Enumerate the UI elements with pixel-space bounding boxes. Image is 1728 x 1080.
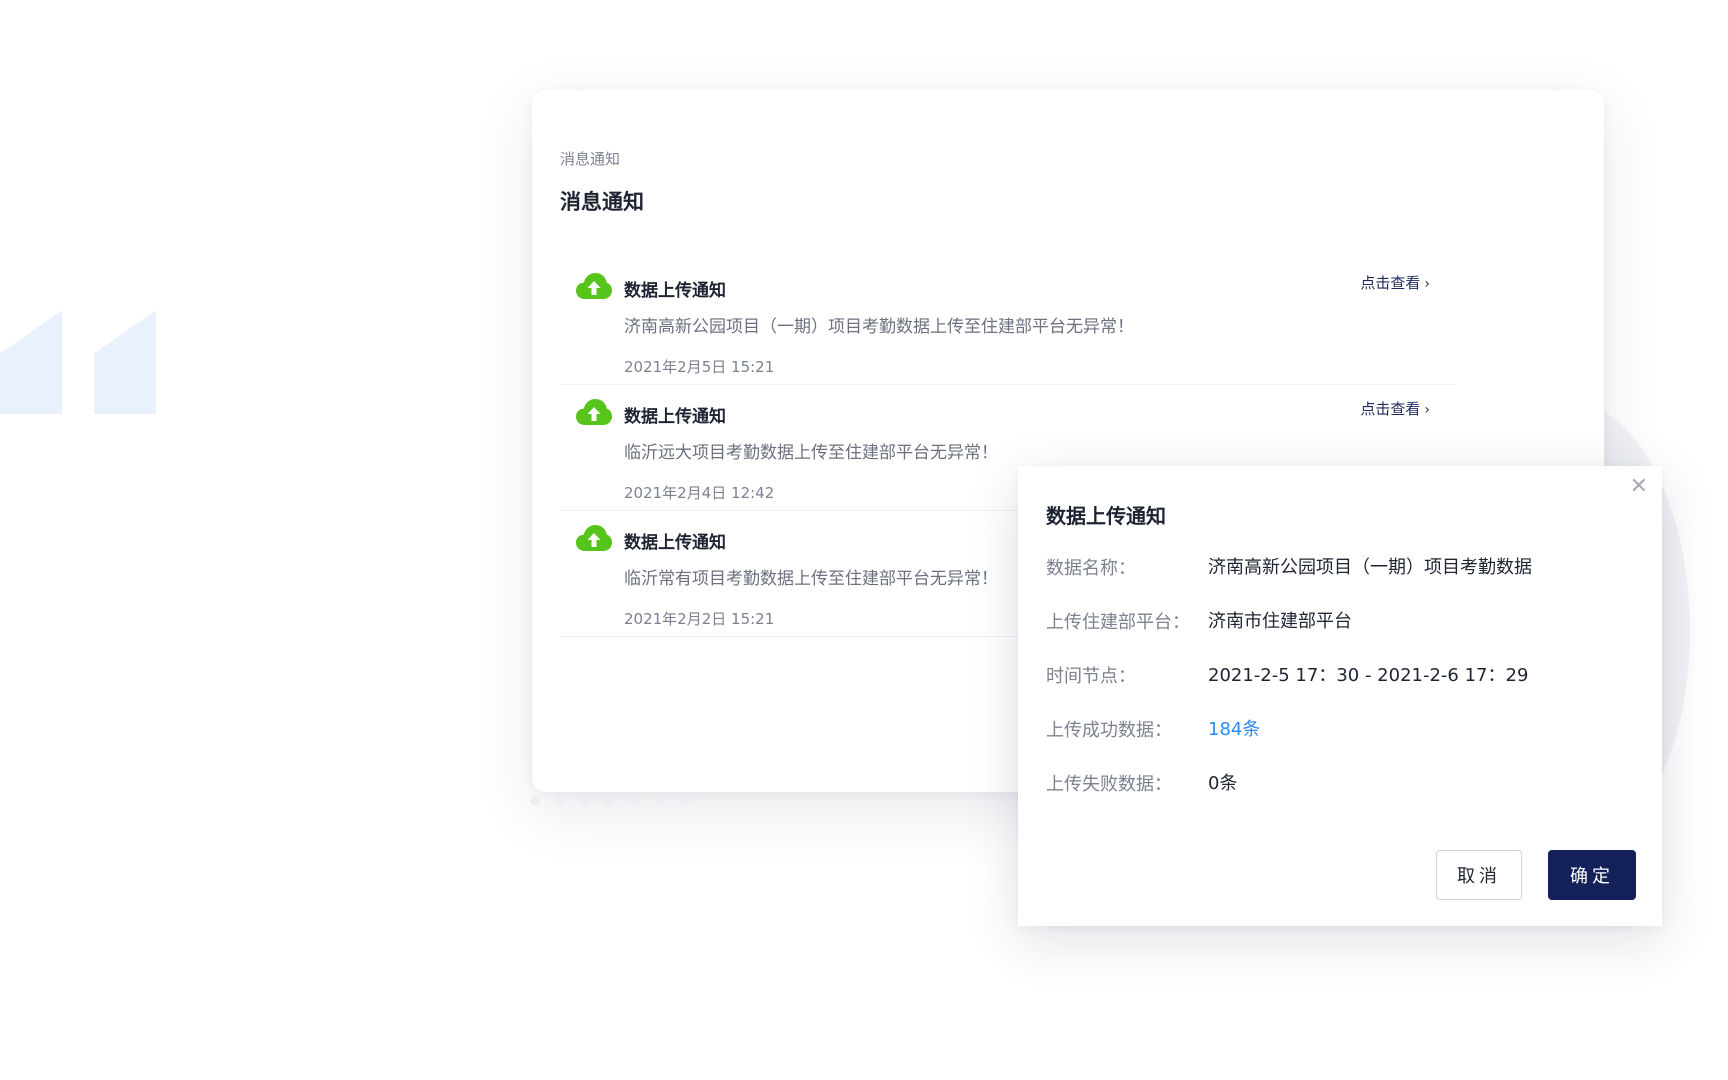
row-value: 济南高新公园项目（一期）项目考勤数据: [1208, 557, 1532, 578]
notification-title: 数据上传通知: [624, 533, 726, 553]
view-details-label: 点击查看: [1360, 274, 1421, 292]
notification-title: 数据上传通知: [624, 407, 726, 427]
notification-description: 临沂远大项目考勤数据上传至住建部平台无异常！: [624, 443, 998, 463]
row-value: 2021-2-5 17：30 - 2021-2-6 17：29: [1208, 665, 1529, 686]
confirm-button[interactable]: 确定: [1548, 850, 1636, 900]
chevron-right-icon: ›: [1424, 402, 1430, 418]
cloud-upload-icon: [576, 525, 612, 551]
dialog-title: 数据上传通知: [1046, 504, 1166, 528]
row-label: 数据名称：: [1046, 558, 1136, 579]
dot: [655, 796, 665, 806]
chevron-right-icon: ›: [1424, 276, 1430, 292]
row-label: 上传住建部平台：: [1046, 612, 1190, 633]
decorative-quote-mark: [94, 310, 156, 414]
dot: [555, 796, 565, 806]
dot: [630, 796, 640, 806]
notification-title: 数据上传通知: [624, 281, 726, 301]
notification-time: 2021年2月5日 15:21: [624, 358, 775, 376]
row-value: 0条: [1208, 773, 1238, 794]
row-label: 时间节点：: [1046, 666, 1136, 687]
dot: [530, 796, 540, 806]
upload-detail-dialog: ✕ 数据上传通知 数据名称： 济南高新公园项目（一期）项目考勤数据 上传住建部平…: [1018, 466, 1662, 926]
decorative-quote-mark: [0, 310, 62, 414]
notification-time: 2021年2月4日 12:42: [624, 484, 775, 502]
page-title: 消息通知: [560, 190, 644, 214]
row-value: 济南市住建部平台: [1208, 611, 1352, 632]
dot: [580, 796, 590, 806]
notification-description: 临沂常有项目考勤数据上传至住建部平台无异常！: [624, 569, 998, 589]
breadcrumb: 消息通知: [560, 150, 621, 168]
notification-time: 2021年2月2日 15:21: [624, 610, 775, 628]
close-icon[interactable]: ✕: [1630, 476, 1648, 498]
pagination-dots: [530, 796, 690, 806]
notification-item: 数据上传通知 济南高新公园项目（一期）项目考勤数据上传至住建部平台无异常！ 20…: [560, 258, 1454, 385]
cloud-upload-icon: [576, 273, 612, 299]
view-details-label: 点击查看: [1360, 400, 1421, 418]
dot: [680, 796, 690, 806]
view-details-link[interactable]: 点击查看 ›: [1360, 272, 1430, 293]
notification-description: 济南高新公园项目（一期）项目考勤数据上传至住建部平台无异常！: [624, 317, 1134, 337]
cloud-upload-icon: [576, 399, 612, 425]
dot: [605, 796, 615, 806]
view-details-link[interactable]: 点击查看 ›: [1360, 398, 1430, 419]
row-label: 上传成功数据：: [1046, 720, 1172, 741]
success-count-link[interactable]: 184条: [1208, 716, 1548, 744]
row-label: 上传失败数据：: [1046, 774, 1172, 795]
cancel-button[interactable]: 取消: [1436, 850, 1522, 900]
